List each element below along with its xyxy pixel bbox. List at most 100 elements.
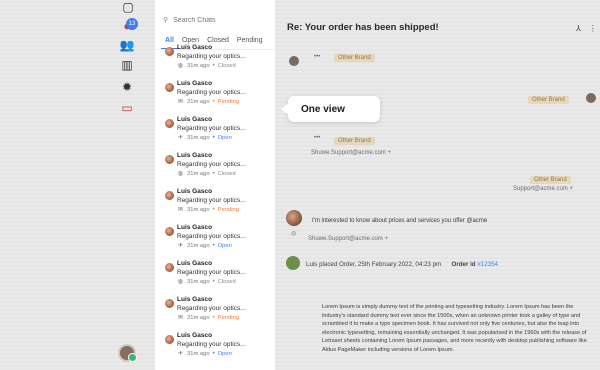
chat-list-item[interactable]: Luis Gasco Regarding your optics... ◍ 31… <box>165 44 270 74</box>
chat-status: Closed <box>217 170 236 177</box>
tooltip-label: One view <box>301 103 345 115</box>
message-body: Lorem Ipsum is simply dummy text of the … <box>322 304 587 353</box>
contact-avatar <box>165 47 174 56</box>
sender-avatar <box>289 56 299 66</box>
chat-meta: ✉ 31m ago • Pending <box>177 98 239 106</box>
contact-avatar <box>165 263 174 272</box>
message-dots: ••• <box>314 135 321 141</box>
email-icon: ✉ <box>177 99 184 105</box>
chat-list-item[interactable]: Luis Gasco Regarding your optics... ◍ 31… <box>165 260 270 290</box>
chat-list-item[interactable]: Luis Gasco Regarding your optics... ◍ 31… <box>165 152 270 182</box>
support-email: Shuwe.Support@acme.com + <box>308 236 388 242</box>
chat-status: Pending <box>217 206 239 213</box>
message-preview: Regarding your optics... <box>177 305 246 312</box>
chat-time: 31m ago <box>187 170 210 177</box>
contact-avatar <box>165 191 174 200</box>
whatsapp-icon: ◍ <box>177 63 184 69</box>
search-bar[interactable]: ⚲ <box>163 12 267 28</box>
instagram-icon: ◎ <box>291 231 297 237</box>
support-email: Shuwe.Support@acme.com + <box>311 150 391 156</box>
one-view-tooltip: One view <box>281 96 380 122</box>
conversation-header-actions: ⅄ ⋮ <box>576 24 597 33</box>
chat-meta: ✈ 31m ago • Open <box>177 350 232 358</box>
contacts-icon[interactable]: 👥 <box>120 38 135 52</box>
twitter-icon: ✈ <box>177 135 184 141</box>
chat-meta: ◍ 31m ago • Closed <box>177 170 236 178</box>
contact-name: Luis Gasco <box>177 152 213 159</box>
twitter-icon: ✈ <box>177 243 184 249</box>
chat-list-item[interactable]: Luis Gasco Regarding your optics... ✉ 31… <box>165 80 270 110</box>
chat-time: 31m ago <box>187 278 210 285</box>
status-dot: • <box>212 278 215 285</box>
chat-status: Pending <box>217 98 239 105</box>
chat-list-item[interactable]: Luis Gasco Regarding your optics... ✈ 31… <box>165 224 270 254</box>
contact-name: Luis Gasco <box>177 296 213 303</box>
more-options-icon[interactable]: ⋮ <box>589 24 597 33</box>
brand-tag: Other Brand <box>334 137 375 145</box>
chat-time: 31m ago <box>187 134 210 141</box>
chat-time: 31m ago <box>187 314 210 321</box>
user-avatar[interactable] <box>118 344 137 362</box>
contact-avatar <box>165 227 174 236</box>
contact-avatar <box>165 119 174 128</box>
chat-list-panel: ⚲ All Open Closed Pending Luis Gasco Reg… <box>155 0 275 370</box>
chat-meta: ✉ 31m ago • Pending <box>177 206 239 214</box>
search-icon: ⚲ <box>163 17 169 24</box>
status-dot: • <box>212 206 215 213</box>
chat-list-item[interactable]: Luis Gasco Regarding your optics... ✉ 31… <box>165 296 270 326</box>
whatsapp-icon: ◍ <box>177 279 184 285</box>
chat-status: Open <box>217 350 232 357</box>
assign-icon[interactable]: ⅄ <box>576 24 581 33</box>
brand-tag: Other Brand <box>528 96 569 104</box>
notification-badge: 13 <box>126 18 138 30</box>
contact-name: Luis Gasco <box>177 332 213 339</box>
message-preview: Regarding your optics... <box>177 341 246 348</box>
contact-name: Luis Gasco <box>177 224 213 231</box>
chat-meta: ✈ 31m ago • Open <box>177 242 232 250</box>
order-icon <box>286 256 300 270</box>
contact-name: Luis Gasco <box>177 80 213 87</box>
chat-meta: ✉ 31m ago • Pending <box>177 314 239 322</box>
status-dot: • <box>212 350 215 357</box>
message-dots: ••• <box>314 54 321 60</box>
brand-tag: Other Brand <box>530 176 571 184</box>
chat-time: 31m ago <box>187 98 210 105</box>
settings-icon[interactable]: ✹ <box>120 80 134 94</box>
customer-avatar <box>286 210 302 226</box>
status-dot: • <box>212 98 215 105</box>
agent-avatar <box>586 93 596 103</box>
order-event: Luis placed Order, 25th February 2022, 0… <box>306 261 498 268</box>
contact-avatar <box>165 299 174 308</box>
order-id-value[interactable]: #12354 <box>477 261 498 268</box>
reports-icon[interactable]: ▥ <box>120 58 134 72</box>
chat-list-item[interactable]: Luis Gasco Regarding your optics... ✈ 31… <box>165 116 270 146</box>
chat-list-item[interactable]: Luis Gasco Regarding your optics... ✈ 31… <box>165 332 270 362</box>
message-preview: Regarding your optics... <box>177 269 246 276</box>
message-preview: Regarding your optics... <box>177 125 246 132</box>
chat-status: Pending <box>217 314 239 321</box>
contact-avatar <box>165 83 174 92</box>
icon-rail <box>108 0 154 370</box>
message-preview: Regarding your optics... <box>177 161 246 168</box>
chat-meta: ◍ 31m ago • Closed <box>177 62 236 70</box>
whatsapp-icon: ◍ <box>177 171 184 177</box>
feedback-icon[interactable]: ▭ <box>120 101 134 115</box>
search-input[interactable] <box>173 16 254 24</box>
contact-name: Luis Gasco <box>177 260 213 267</box>
order-text: Luis placed Order, 25th February 2022, 0… <box>306 261 442 268</box>
email-icon: ✉ <box>177 207 184 213</box>
chat-status: Closed <box>217 62 236 69</box>
chat-list-item[interactable]: Luis Gasco Regarding your optics... ✉ 31… <box>165 188 270 218</box>
status-dot: • <box>212 62 215 69</box>
customer-message: I'm interested to know about prices and … <box>312 218 488 224</box>
calendar-icon[interactable]: ▢ <box>121 0 135 14</box>
email-icon: ✉ <box>177 315 184 321</box>
contact-avatar <box>165 155 174 164</box>
brand-tag: Other Brand <box>334 54 375 62</box>
chat-time: 31m ago <box>187 350 210 357</box>
status-dot: • <box>212 134 215 141</box>
chat-meta: ✈ 31m ago • Open <box>177 134 232 142</box>
chat-status: Closed <box>217 278 236 285</box>
message-preview: Regarding your optics... <box>177 197 246 204</box>
chat-time: 31m ago <box>187 62 210 69</box>
